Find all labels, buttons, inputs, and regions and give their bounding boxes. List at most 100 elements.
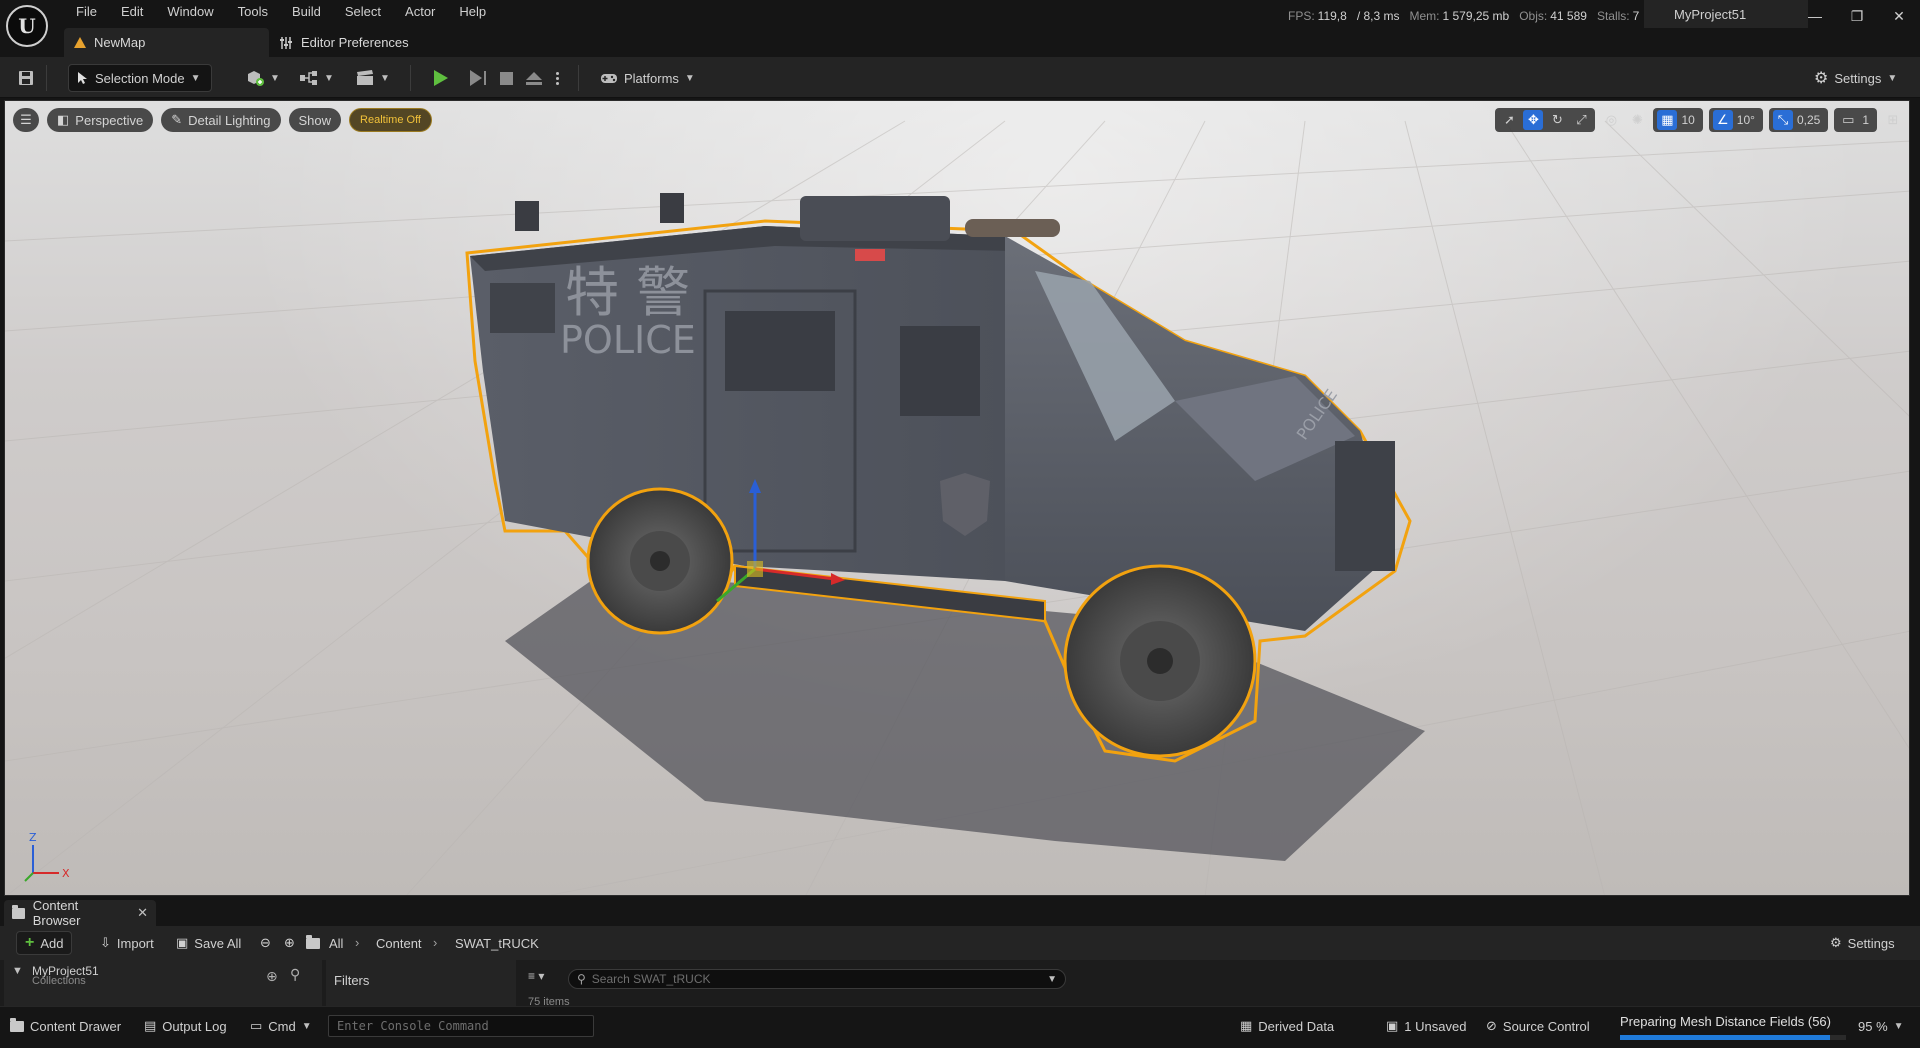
- axis-x-label: X: [62, 867, 70, 880]
- content-browser-settings-button[interactable]: ⚙ Settings: [1822, 931, 1903, 955]
- realtime-toggle[interactable]: Realtime Off: [349, 108, 432, 132]
- view-mode-dropdown[interactable]: ✎ Detail Lighting: [161, 108, 281, 132]
- grid-snap-value: 10: [1681, 113, 1695, 127]
- camera-icon[interactable]: ▭: [1838, 110, 1858, 130]
- chevron-down-icon: ▼: [301, 1020, 312, 1032]
- level-viewport[interactable]: 特 警 POLICE POLICE ☰ ◧ Perspective ✎ Deta…: [4, 100, 1910, 896]
- menu-tools[interactable]: Tools: [226, 2, 280, 24]
- source-control-button[interactable]: ⊘ Source Control: [1486, 1015, 1590, 1037]
- blueprints-button[interactable]: ▼: [294, 64, 340, 92]
- folder-icon: [10, 1017, 24, 1032]
- import-icon: ⇩: [100, 935, 111, 950]
- derived-data-button[interactable]: ▦ Derived Data: [1240, 1015, 1334, 1037]
- unreal-logo-icon[interactable]: U: [6, 5, 48, 47]
- rotation-snap-icon[interactable]: ∠: [1712, 110, 1733, 130]
- selection-mode-dropdown[interactable]: Selection Mode ▼: [68, 64, 212, 92]
- chevron-down-icon[interactable]: ▼: [1047, 974, 1057, 985]
- menu-build[interactable]: Build: [280, 2, 333, 24]
- save-button[interactable]: [12, 64, 40, 92]
- menu-file[interactable]: File: [64, 2, 109, 24]
- viewport-menu-button[interactable]: ☰: [13, 108, 39, 132]
- search-box[interactable]: ⚲ ▼: [568, 969, 1066, 989]
- chevron-right-icon: ›: [355, 935, 360, 950]
- play-icon: [434, 70, 448, 86]
- source-control-label: Source Control: [1502, 1018, 1590, 1034]
- camera-speed-value: 1: [1862, 113, 1869, 127]
- rotation-snap-value: 10°: [1736, 113, 1755, 127]
- settings-dropdown[interactable]: ⚙ Settings ▼: [1808, 64, 1903, 92]
- menu-edit[interactable]: Edit: [109, 2, 155, 24]
- tab-newmap[interactable]: NewMap: [64, 28, 269, 57]
- menu-help[interactable]: Help: [447, 2, 498, 24]
- import-label: Import: [116, 935, 154, 951]
- filters-header: Filters: [334, 973, 370, 988]
- eject-button[interactable]: [520, 64, 548, 92]
- scale-snap-icon[interactable]: ⤡: [1772, 110, 1793, 130]
- play-options-button[interactable]: [550, 64, 565, 92]
- browse-folders-button[interactable]: [298, 931, 328, 955]
- save-all-button[interactable]: ▣ Save All: [168, 931, 249, 955]
- unsaved-button[interactable]: ▣ 1 Unsaved: [1386, 1015, 1466, 1037]
- view-mode-label: Detail Lighting: [188, 112, 271, 128]
- advance-frame-button[interactable]: [464, 64, 492, 92]
- search-input[interactable]: [591, 972, 1042, 986]
- perspective-label: Perspective: [75, 112, 144, 128]
- close-tab-icon[interactable]: ✕: [137, 905, 148, 921]
- cinematics-button[interactable]: ▼: [350, 64, 396, 92]
- chevron-down-icon: ▼: [190, 72, 201, 84]
- grid-snap-icon[interactable]: ▦: [1657, 110, 1678, 130]
- camera-speed-group[interactable]: ▭ 1: [1834, 108, 1877, 132]
- import-button[interactable]: ⇩ Import: [92, 931, 162, 955]
- rotate-tool-icon[interactable]: ↻: [1547, 110, 1567, 130]
- menu-window[interactable]: Window: [155, 2, 225, 24]
- menu-actor[interactable]: Actor: [393, 2, 447, 24]
- content-drawer-button[interactable]: Content Drawer: [10, 1015, 121, 1037]
- show-dropdown[interactable]: Show: [288, 108, 342, 132]
- background-task-progress[interactable]: Preparing Mesh Distance Fields (56): [1614, 1007, 1846, 1048]
- add-collection-icon[interactable]: ⊕: [266, 968, 278, 985]
- forward-icon: ⊕: [284, 935, 295, 950]
- move-tool-icon[interactable]: ✥: [1523, 110, 1544, 130]
- platforms-label: Platforms: [624, 70, 679, 86]
- blueprint-icon: [300, 71, 317, 85]
- maximize-viewport-icon[interactable]: ⊞: [1883, 110, 1903, 130]
- grid-snap-group[interactable]: ▦ 10: [1653, 108, 1703, 132]
- perspective-dropdown[interactable]: ◧ Perspective: [47, 108, 154, 132]
- menu-select[interactable]: Select: [333, 2, 393, 24]
- world-space-icon[interactable]: ◎: [1601, 110, 1621, 130]
- folder-icon: [306, 934, 320, 949]
- scale-snap-group[interactable]: ⤡ 0,25: [1768, 108, 1829, 132]
- restore-button[interactable]: ❐: [1836, 0, 1878, 32]
- plus-icon: +: [25, 934, 35, 951]
- tab-editor-preferences[interactable]: Editor Preferences: [269, 28, 423, 57]
- clapperboard-icon: [357, 70, 373, 85]
- history-back-button[interactable]: ⊖: [252, 931, 279, 955]
- cmd-dropdown[interactable]: ▭ Cmd ▼: [250, 1015, 312, 1037]
- settings-label: Settings: [1834, 70, 1882, 86]
- add-actor-button[interactable]: ▼: [240, 64, 286, 92]
- expand-arrow-icon[interactable]: ▼: [12, 965, 23, 977]
- console-command-input[interactable]: [328, 1015, 594, 1037]
- breadcrumb-content[interactable]: Content: [376, 936, 422, 951]
- filter-dropdown-icon[interactable]: ≡ ▾: [528, 969, 544, 983]
- add-button[interactable]: + Add: [16, 931, 73, 955]
- rotation-snap-group[interactable]: ∠ 10°: [1708, 108, 1763, 132]
- platforms-dropdown[interactable]: Platforms ▼: [594, 64, 701, 92]
- surface-snap-icon[interactable]: ✺: [1627, 110, 1647, 130]
- close-button[interactable]: ✕: [1878, 0, 1920, 32]
- breadcrumb-all[interactable]: All: [329, 936, 343, 951]
- performance-stats: FPS: 119,8 / 8,3 ms Mem: 1 579,25 mb Objs:…: [1288, 9, 1639, 23]
- tab-content-browser[interactable]: Content Browser ✕: [4, 898, 156, 928]
- folder-icon: [12, 904, 25, 919]
- minimize-button[interactable]: —: [1794, 0, 1836, 32]
- breadcrumb-swat-truck[interactable]: SWAT_tRUCK: [455, 936, 539, 951]
- document-tabs: NewMap Editor Preferences: [64, 28, 423, 57]
- progress-percent-dropdown[interactable]: 95 % ▼: [1858, 1015, 1904, 1037]
- scale-tool-icon[interactable]: ⤢: [1571, 110, 1591, 130]
- output-log-button[interactable]: ▤ Output Log: [144, 1015, 227, 1037]
- search-collections-icon[interactable]: ⚲: [290, 966, 300, 983]
- play-button[interactable]: [428, 64, 454, 92]
- back-icon: ⊖: [260, 935, 271, 950]
- stop-button[interactable]: [494, 64, 519, 92]
- select-tool-icon[interactable]: ➚: [1499, 110, 1519, 130]
